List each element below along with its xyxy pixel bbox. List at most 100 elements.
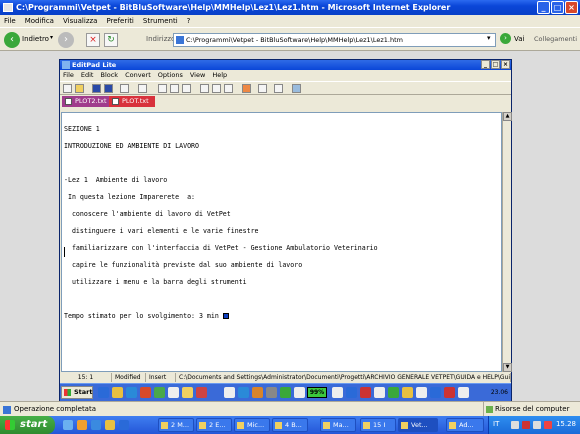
- stop-icon[interactable]: ×: [86, 33, 100, 47]
- app-icon[interactable]: [238, 387, 249, 398]
- ep-minimize-button[interactable]: _: [481, 60, 490, 69]
- app-icon[interactable]: [252, 387, 263, 398]
- app-icon[interactable]: [196, 387, 207, 398]
- tray-icon[interactable]: [332, 387, 343, 398]
- cut-icon[interactable]: [158, 84, 167, 93]
- language-indicator[interactable]: IT: [493, 420, 499, 428]
- links-label[interactable]: Collegamenti: [534, 35, 577, 43]
- new-file-icon[interactable]: [63, 84, 72, 93]
- address-dropdown-icon[interactable]: ▾: [487, 34, 491, 42]
- back-label[interactable]: Indietro: [22, 35, 49, 43]
- back-arrow-icon[interactable]: ‹: [4, 32, 20, 48]
- app-icon[interactable]: [168, 387, 179, 398]
- quicklaunch-icon[interactable]: [77, 420, 87, 430]
- menu-file[interactable]: File: [4, 15, 16, 27]
- ep-menu-view[interactable]: View: [190, 70, 205, 81]
- ie-status-bar: Operazione completata Risorse del comput…: [0, 401, 580, 417]
- app-icon[interactable]: [98, 387, 109, 398]
- tool-icon[interactable]: [200, 84, 209, 93]
- inner-start-button[interactable]: Start: [61, 386, 93, 399]
- app-icon[interactable]: [182, 387, 193, 398]
- address-input[interactable]: C:\Programmi\Vetpet - BitBluSoftware\Hel…: [173, 33, 496, 47]
- quicklaunch-icon[interactable]: [119, 420, 129, 430]
- app-icon[interactable]: [294, 387, 305, 398]
- color-icon[interactable]: [242, 84, 251, 93]
- app-icon[interactable]: [140, 387, 151, 398]
- minimize-button[interactable]: _: [537, 1, 550, 14]
- vertical-scrollbar[interactable]: ▲ ▼: [502, 112, 512, 372]
- quicklaunch-icon[interactable]: [105, 420, 115, 430]
- app-icon[interactable]: [266, 387, 277, 398]
- paste-icon[interactable]: [182, 84, 191, 93]
- ep-menu-options[interactable]: Options: [158, 70, 183, 81]
- forward-arrow-icon[interactable]: ›: [58, 32, 74, 48]
- scroll-down-icon[interactable]: ▼: [503, 363, 512, 372]
- taskbar-item-active[interactable]: Vet...: [398, 418, 438, 432]
- ep-menu-file[interactable]: File: [63, 70, 74, 81]
- menu-help[interactable]: ?: [187, 15, 191, 27]
- redo-icon[interactable]: [138, 84, 147, 93]
- taskbar-item[interactable]: 2 E...: [196, 418, 232, 432]
- tray-icon[interactable]: [346, 387, 357, 398]
- ep-menu-help[interactable]: Help: [212, 70, 227, 81]
- menu-preferiti[interactable]: Preferiti: [106, 15, 133, 27]
- menu-visualizza[interactable]: Visualizza: [63, 15, 97, 27]
- go-button[interactable]: Vai: [514, 35, 524, 43]
- pen-icon[interactable]: [274, 84, 283, 93]
- tray-icon[interactable]: [374, 387, 385, 398]
- app-icon[interactable]: [126, 387, 137, 398]
- ep-restore-button[interactable]: □: [491, 60, 500, 69]
- back-dropdown-icon[interactable]: ▾: [50, 34, 53, 41]
- replace-icon[interactable]: [224, 84, 233, 93]
- ep-menu-block[interactable]: Block: [100, 70, 118, 81]
- tray-icon[interactable]: [430, 387, 441, 398]
- tray-icon[interactable]: [458, 387, 469, 398]
- taskbar-item[interactable]: 4 B...: [272, 418, 308, 432]
- tray-icon[interactable]: [360, 387, 371, 398]
- copy-icon[interactable]: [170, 84, 179, 93]
- go-arrow-icon[interactable]: ›: [500, 33, 511, 44]
- app-icon[interactable]: [224, 387, 235, 398]
- tray-icon[interactable]: [522, 421, 530, 429]
- taskbar-item[interactable]: Ma...: [320, 418, 356, 432]
- close-button[interactable]: ×: [565, 1, 578, 14]
- app-icon[interactable]: [154, 387, 165, 398]
- taskbar-item[interactable]: 15 I: [360, 418, 396, 432]
- taskbar-item[interactable]: 2 M...: [158, 418, 194, 432]
- format-icon[interactable]: [258, 84, 267, 93]
- ep-close-button[interactable]: ×: [501, 60, 510, 69]
- quicklaunch-icon[interactable]: [91, 420, 101, 430]
- save-all-icon[interactable]: [104, 84, 113, 93]
- save-icon[interactable]: [92, 84, 101, 93]
- start-button[interactable]: start: [0, 416, 55, 434]
- app-icon[interactable]: [210, 387, 221, 398]
- undo-icon[interactable]: [120, 84, 129, 93]
- tray-icon[interactable]: [511, 421, 519, 429]
- tray-icon[interactable]: [544, 421, 552, 429]
- tray-icon[interactable]: [444, 387, 455, 398]
- text-line: SEZIONE 1: [64, 124, 100, 133]
- scroll-up-icon[interactable]: ▲: [503, 112, 512, 121]
- tray-icon[interactable]: [388, 387, 399, 398]
- taskbar-item[interactable]: Ad...: [446, 418, 484, 432]
- tray-icon[interactable]: [533, 421, 541, 429]
- refresh-icon[interactable]: ↻: [104, 33, 118, 47]
- text-editor[interactable]: SEZIONE 1 INTRODUZIONE ED AMBIENTE DI LA…: [61, 112, 502, 372]
- taskbar-item[interactable]: Mic...: [234, 418, 270, 432]
- tray-icon[interactable]: [402, 387, 413, 398]
- find-icon[interactable]: [212, 84, 221, 93]
- maximize-button[interactable]: □: [551, 1, 564, 14]
- menu-modifica[interactable]: Modifica: [25, 15, 54, 27]
- tray-icon[interactable]: [416, 387, 427, 398]
- open-folder-icon[interactable]: [75, 84, 84, 93]
- tab-plot2[interactable]: PLOT2.txt: [62, 96, 113, 107]
- menu-strumenti[interactable]: Strumenti: [143, 15, 178, 27]
- app-icon[interactable]: [280, 387, 291, 398]
- ep-menu-edit[interactable]: Edit: [81, 70, 94, 81]
- quicklaunch-icon[interactable]: [63, 420, 73, 430]
- web-icon[interactable]: [292, 84, 301, 93]
- app-icon[interactable]: [112, 387, 123, 398]
- ep-menu-convert[interactable]: Convert: [125, 70, 151, 81]
- tab-plot[interactable]: PLOT.txt: [109, 96, 155, 107]
- tab-plot-label: PLOT.txt: [122, 97, 149, 105]
